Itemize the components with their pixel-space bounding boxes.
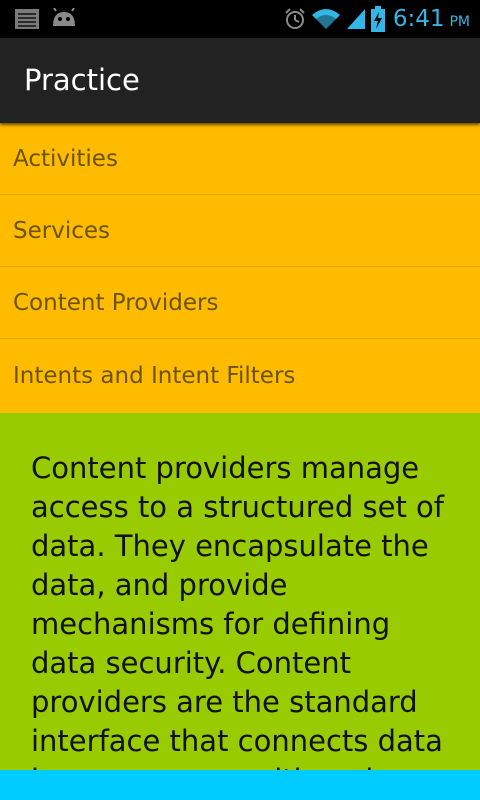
bottom-strip [0, 770, 480, 800]
status-time: 6:41 [392, 6, 445, 32]
details-pane: Content providers manage access to a str… [0, 413, 480, 770]
details-text: Content providers manage access to a str… [31, 451, 444, 770]
signal-icon [346, 9, 365, 29]
notification-icon [14, 8, 40, 34]
alarm-icon [285, 8, 305, 29]
list-item-services[interactable]: Services [0, 195, 480, 267]
battery-charging-icon [370, 6, 385, 32]
list-item-intents[interactable]: Intents and Intent Filters [0, 339, 480, 412]
title-list: Activities Services Content Providers In… [0, 123, 480, 413]
status-bar: 6:41 PM [0, 0, 480, 38]
wifi-icon [311, 9, 340, 29]
app-title: Practice [24, 63, 140, 97]
list-item-activities[interactable]: Activities [0, 123, 480, 195]
action-bar: Practice [0, 38, 480, 123]
android-icon [50, 7, 78, 34]
list-item-content-providers[interactable]: Content Providers [0, 267, 480, 339]
status-ampm: PM [449, 14, 470, 30]
